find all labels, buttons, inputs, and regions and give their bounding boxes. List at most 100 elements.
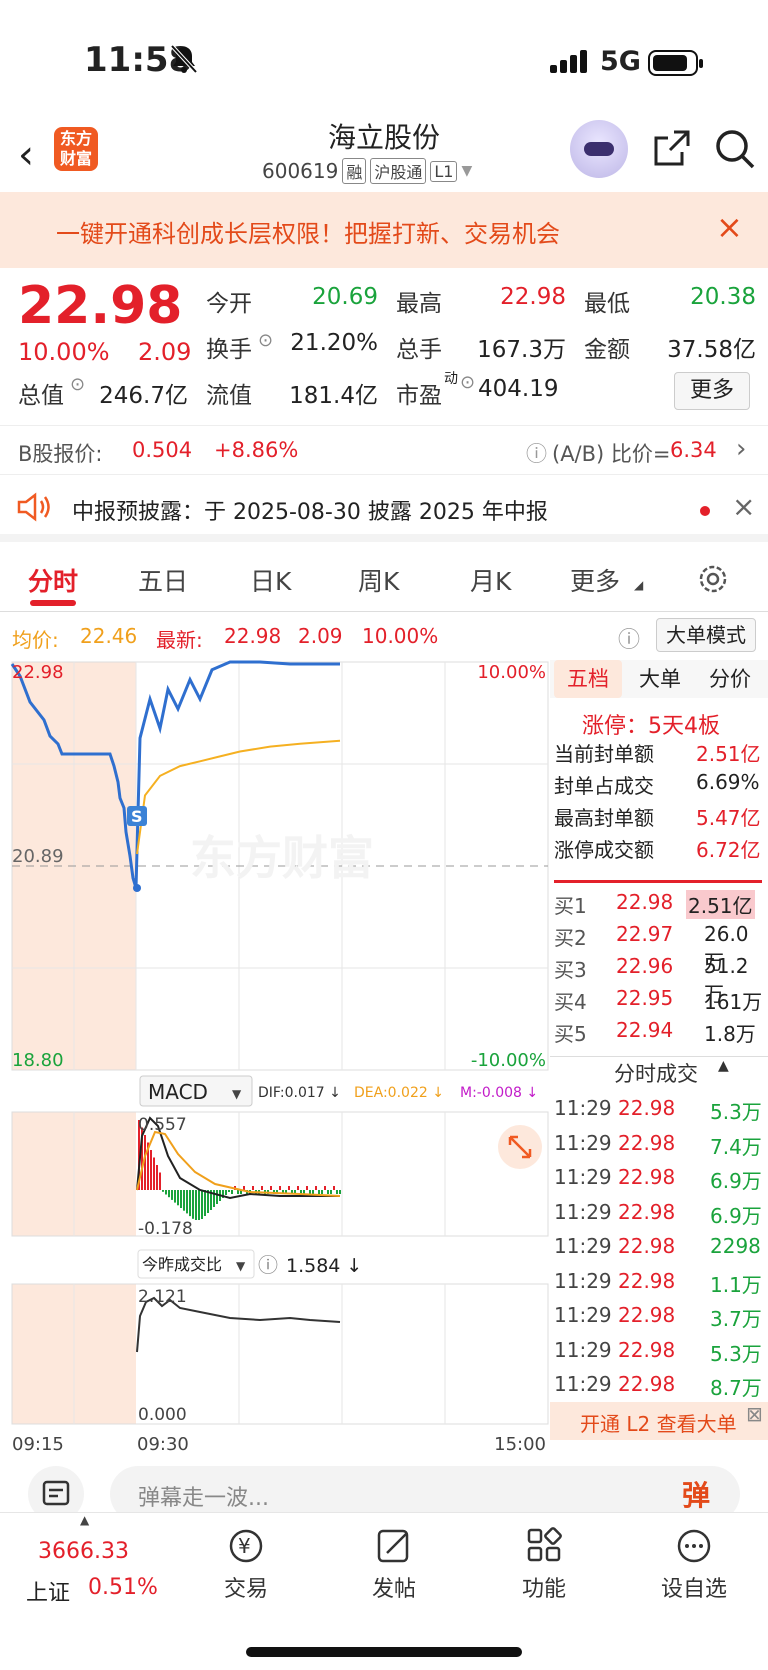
nav-trade[interactable]: ¥ 交易 [186, 1527, 306, 1603]
volume-value: 167.3万 [477, 337, 566, 363]
time-axis-close: 15:00 [494, 1434, 546, 1455]
b-share-pct: +8.86% [214, 438, 299, 462]
l2-promo[interactable]: 开通 L2 查看大单 ⊠ [550, 1402, 768, 1440]
nav-function[interactable]: 功能 [484, 1527, 604, 1603]
danmu-toggle-button[interactable]: 弹 [682, 1474, 710, 1514]
trade-row[interactable]: 11:29 22.98 2298 [554, 1234, 764, 1268]
l2-promo-text[interactable]: 开通 L2 查看大单 [580, 1408, 737, 1437]
info-dots-icon[interactable]: ⊙ [258, 330, 273, 351]
promo-banner[interactable]: 一键开通科创成长层权限！把握打新、交易机会 × [0, 192, 768, 268]
trade-time: 11:29 [554, 1268, 612, 1293]
tab-price-dist[interactable]: 分价 [696, 660, 764, 698]
limit-stat-row[interactable]: 最高封单额 5.47亿 [554, 802, 764, 834]
limit-stat-row[interactable]: 涨停成交额 6.72亿 [554, 834, 764, 866]
volume-label: 总手 [396, 337, 442, 363]
share-icon[interactable] [652, 128, 692, 168]
bid-row[interactable]: 买1 22.98 2.51亿 [554, 890, 764, 922]
stock-code: 600619 [262, 159, 339, 183]
macd-m: M:-0.008 ↓ [460, 1085, 538, 1101]
nav-post[interactable]: 发帖 [334, 1527, 454, 1603]
macd-bar [186, 1190, 188, 1214]
macd-dea: DEA:0.022 ↓ [354, 1085, 444, 1101]
macd-bar [279, 1186, 281, 1190]
tab-level5[interactable]: 五档 [554, 660, 622, 698]
pe-superscript: 动 [444, 371, 458, 387]
trade-volume: 5.3万 [710, 1341, 762, 1366]
info-dots-icon[interactable]: ⊙ [70, 374, 85, 395]
help-icon[interactable]: ⓘ [526, 438, 547, 468]
trade-row[interactable]: 11:29 22.98 6.9万 [554, 1200, 764, 1234]
trade-row[interactable]: 11:29 22.98 8.7万 [554, 1372, 764, 1406]
macd-label: MACD [148, 1080, 208, 1104]
b-share-label: B股报价: [18, 442, 103, 466]
notice-text[interactable]: 中报预披露：于 2025-08-30 披露 2025 年中报 [72, 494, 548, 526]
intraday-chart[interactable]: 东方财富 S 22.98 20.89 18.80 10.00% -10.00% … [0, 656, 550, 1462]
low-value: 20.38 [690, 284, 756, 310]
more-button[interactable]: 更多 [674, 372, 750, 410]
settings-gear-icon[interactable] [696, 562, 730, 596]
triangle-icon: ◢ [634, 578, 644, 592]
bid-level: 买1 [554, 894, 587, 918]
trade-price: 22.98 [618, 1199, 676, 1224]
macd-bar [228, 1190, 230, 1192]
trade-row[interactable]: 11:29 22.98 5.3万 [554, 1338, 764, 1372]
banner-text[interactable]: 一键开通科创成长层权限！把握打新、交易机会 [56, 214, 560, 249]
tab-more[interactable]: 更多 [570, 562, 620, 598]
dropdown-icon[interactable]: ▼ [461, 163, 472, 179]
status-bar: 11:58 5G [0, 0, 768, 120]
close-icon[interactable]: × [716, 208, 743, 246]
tab-monthly-k[interactable]: 月K [470, 562, 511, 598]
open-label: 今开 [206, 291, 252, 317]
unread-dot [700, 506, 710, 516]
assistant-robot-icon[interactable] [570, 120, 628, 178]
close-icon[interactable]: × [732, 490, 755, 523]
trade-row[interactable]: 11:29 22.98 3.7万 [554, 1303, 764, 1337]
trade-row[interactable]: 11:29 22.98 1.1万 [554, 1269, 764, 1303]
trade-time: 11:29 [554, 1165, 612, 1189]
limit-stat-row[interactable]: 封单占成交 6.69% [554, 770, 764, 802]
macd-bar [207, 1190, 209, 1213]
nav-trade-label: 交易 [223, 1577, 268, 1602]
trade-row[interactable]: 11:29 22.98 5.3万 [554, 1096, 764, 1130]
trade-time: 11:29 [554, 1096, 612, 1120]
trade-price: 22.98 [618, 1096, 676, 1120]
macd-axis-top: 0.557 [138, 1115, 187, 1135]
tab-intraday[interactable]: 分时 [28, 562, 78, 598]
index-pct[interactable]: 0.51% [88, 1575, 158, 1600]
turnover-value: 21.20% [290, 330, 378, 356]
tab-daily-k[interactable]: 日K [250, 562, 291, 598]
b-share-line[interactable]: B股报价: 0.504 +8.86% ⓘ (A/B) 比价= 6.34 › [0, 425, 768, 475]
float-value: 181.4亿 [289, 383, 378, 409]
trade-row[interactable]: 11:29 22.98 7.4万 [554, 1131, 764, 1165]
macd-bar [327, 1190, 329, 1194]
index-value[interactable]: 3666.33 [38, 1539, 129, 1564]
amount-label: 金额 [584, 337, 630, 363]
chevron-right-icon[interactable]: › [736, 434, 746, 464]
macd-bar [204, 1190, 206, 1216]
bid-row[interactable]: 买5 22.94 1.8万 [554, 1018, 764, 1050]
notice-bar[interactable]: 中报预披露：于 2025-08-30 披露 2025 年中报 × [0, 478, 768, 542]
latest-pct: 10.00% [362, 624, 439, 648]
bid-row[interactable]: 买2 22.97 26.0万 [554, 922, 764, 974]
nav-add-watchlist[interactable]: 设自选 [634, 1527, 754, 1603]
help-icon[interactable]: ⓘ [258, 1253, 278, 1277]
macd-bar [165, 1190, 167, 1195]
bid-row[interactable]: 买4 22.95 161万 [554, 986, 764, 1018]
tab-big-order[interactable]: 大单 [626, 660, 694, 698]
index-name[interactable]: 上证 [26, 1575, 70, 1607]
limit-stat-label: 当前封单额 [554, 742, 654, 766]
trades-title[interactable]: 分时成交 [614, 1058, 698, 1088]
search-icon[interactable] [714, 128, 756, 170]
tab-weekly-k[interactable]: 周K [358, 562, 399, 598]
post-icon [377, 1529, 409, 1563]
trade-row[interactable]: 11:29 22.98 6.9万 [554, 1165, 764, 1199]
help-icon[interactable]: ⓘ [618, 622, 640, 654]
nav-function-label: 功能 [521, 1577, 566, 1602]
macd-bar [252, 1186, 254, 1190]
big-order-mode-button[interactable]: 大单模式 [656, 618, 756, 652]
limit-stat-row[interactable]: 当前封单额 2.51亿 [554, 738, 764, 770]
tab-5day[interactable]: 五日 [138, 562, 188, 598]
bid-row[interactable]: 买3 22.96 51.2万 [554, 954, 764, 1006]
info-dots-icon[interactable]: ⊙ [460, 372, 475, 393]
macd-bar [261, 1186, 263, 1190]
